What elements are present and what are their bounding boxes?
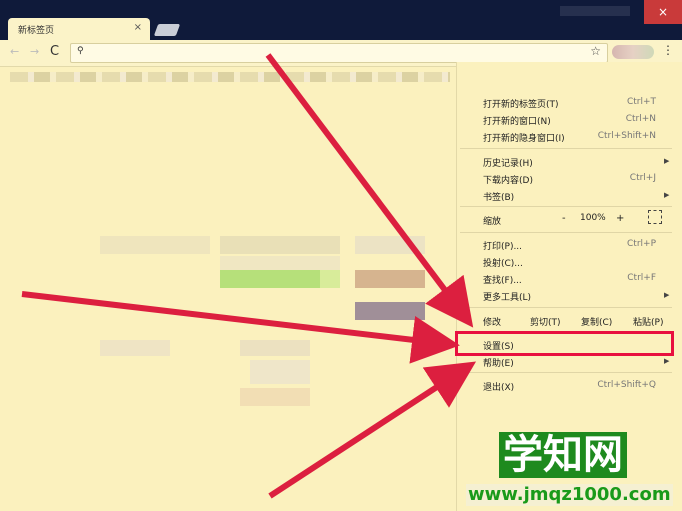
- arrow-left: [21, 291, 460, 364]
- watermark-url: www.jmqz1000.com: [466, 484, 673, 506]
- arrow-bottom: [268, 361, 477, 499]
- watermark-title: 学知网: [499, 432, 627, 478]
- arrow-top: [265, 53, 474, 328]
